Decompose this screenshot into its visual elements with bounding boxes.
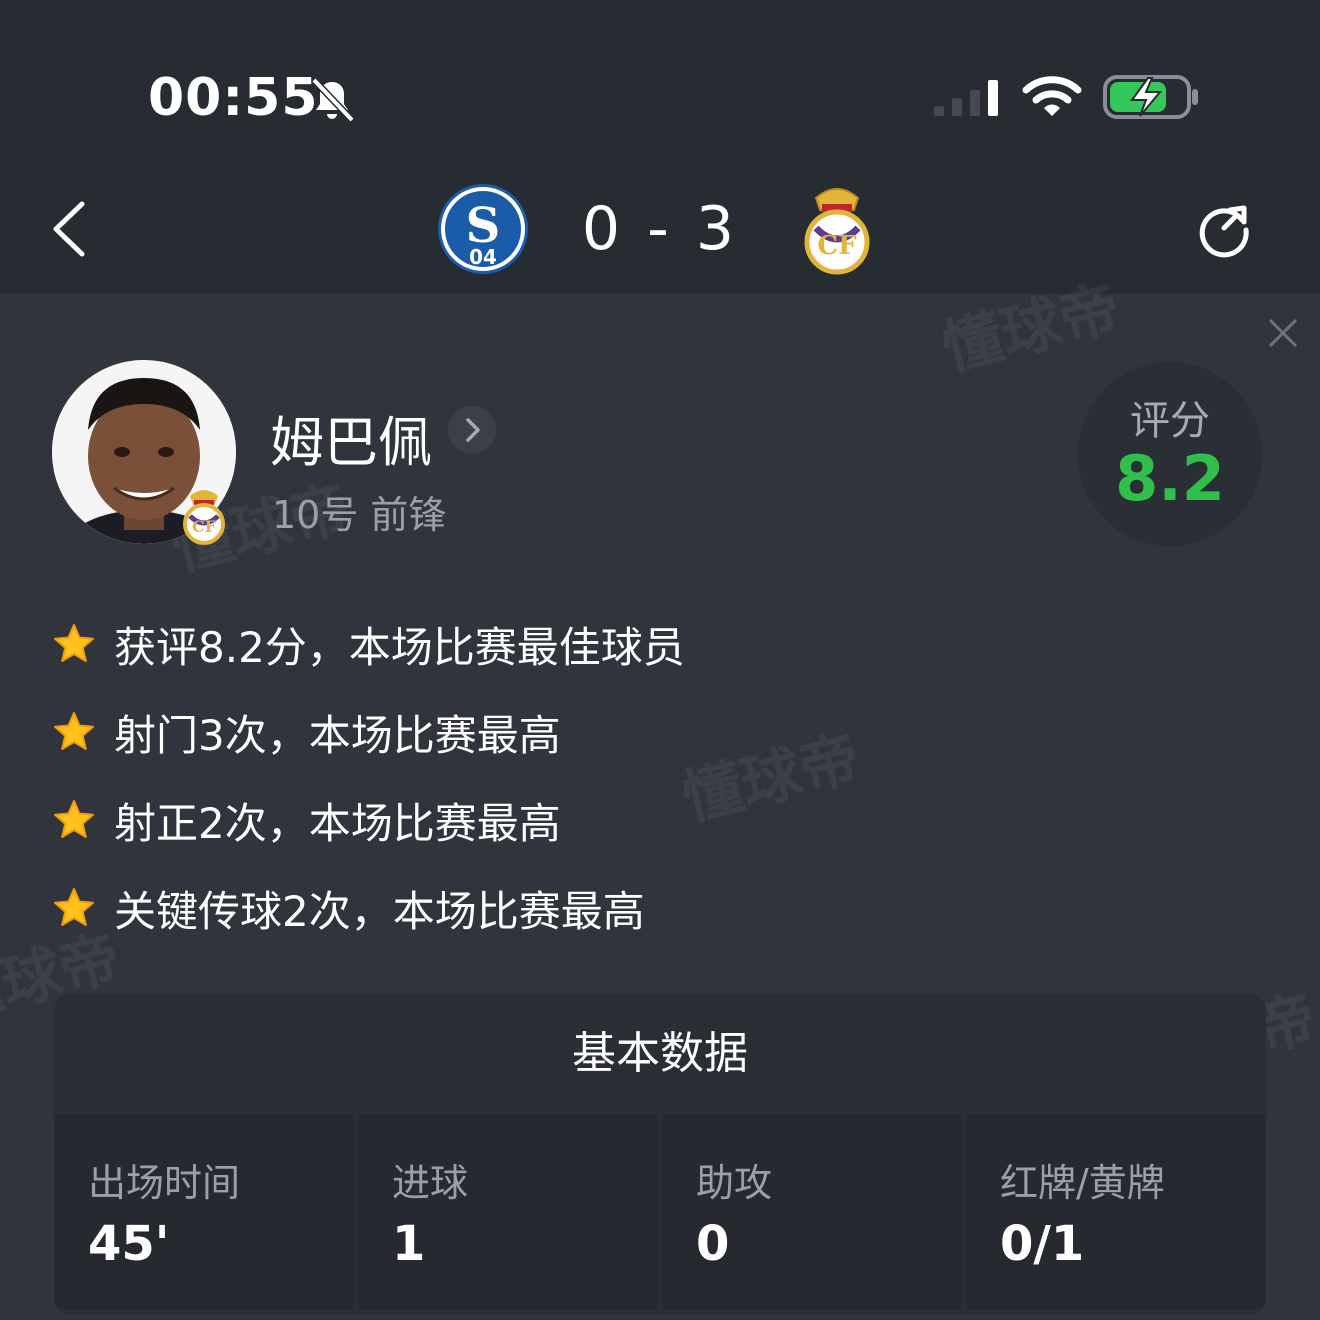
match-score: 0 - 3 [581,194,739,264]
highlight-item: 获评8.2分，本场比赛最佳球员 [52,600,685,688]
chevron-right-icon[interactable] [448,406,496,454]
battery-charging-icon [1103,75,1198,119]
away-team-logo[interactable]: CF [802,180,872,276]
wifi-icon [1022,76,1082,116]
player-team-badge: CF [183,490,225,545]
home-team-logo[interactable]: S 04 [436,182,530,276]
stat-value: 0/1 [1000,1216,1085,1272]
highlight-text: 关键传球2次，本场比赛最高 [114,886,645,936]
stats-row: 出场时间 45' 进球 1 助攻 0 红牌/黄牌 0/1 [54,1114,1266,1310]
top-bar: 00:55 S 04 0 - 3 CF [0,0,1320,294]
stat-value: 1 [392,1216,426,1272]
star-icon [54,712,94,750]
basic-stats-card: 基本数据 出场时间 45' 进球 1 助攻 0 红牌/黄牌 0/1 [54,994,1266,1314]
stat-label: 出场时间 [88,1161,241,1205]
stat-goals: 进球 1 [358,1114,658,1310]
stat-assists: 助攻 0 [662,1114,962,1310]
close-icon[interactable] [1264,314,1302,352]
star-icon [54,888,94,926]
rating-badge: 评分 8.2 [1078,362,1262,546]
watermark: 懂球帝 [675,723,868,835]
highlight-text: 射门3次，本场比赛最高 [114,710,561,760]
stat-label: 助攻 [696,1161,773,1205]
svg-text:CF: CF [192,517,217,536]
highlights-list: 获评8.2分，本场比赛最佳球员 射门3次，本场比赛最高 射正2次，本场比赛最高 … [52,600,685,952]
back-arrow-icon[interactable] [48,198,92,260]
svg-text:04: 04 [469,245,497,269]
star-icon [54,624,94,662]
highlight-text: 射正2次，本场比赛最高 [114,798,561,848]
stat-value: 45' [88,1216,170,1272]
star-icon [54,800,94,838]
stat-cards: 红牌/黄牌 0/1 [966,1114,1266,1310]
highlight-item: 关键传球2次，本场比赛最高 [52,864,685,952]
status-time: 00:55 [148,68,319,128]
rating-label: 评分 [1130,398,1210,444]
bell-muted-icon [311,77,355,123]
stat-value: 0 [696,1216,730,1272]
refresh-icon[interactable] [1194,198,1254,258]
rating-value: 8.2 [1115,442,1225,515]
stats-title: 基本数据 [572,1028,748,1079]
stat-label: 进球 [392,1161,469,1205]
player-number-position: 10号 前锋 [272,493,447,537]
player-name[interactable]: 姆巴佩 [270,398,432,477]
stat-minutes: 出场时间 45' [54,1114,354,1310]
highlight-item: 射正2次，本场比赛最高 [52,776,685,864]
svg-text:CF: CF [817,231,857,261]
highlight-text: 获评8.2分，本场比赛最佳球员 [114,622,685,672]
stat-label: 红牌/黄牌 [1000,1161,1165,1205]
highlight-item: 射门3次，本场比赛最高 [52,688,685,776]
cellular-signal-icon [934,80,998,116]
